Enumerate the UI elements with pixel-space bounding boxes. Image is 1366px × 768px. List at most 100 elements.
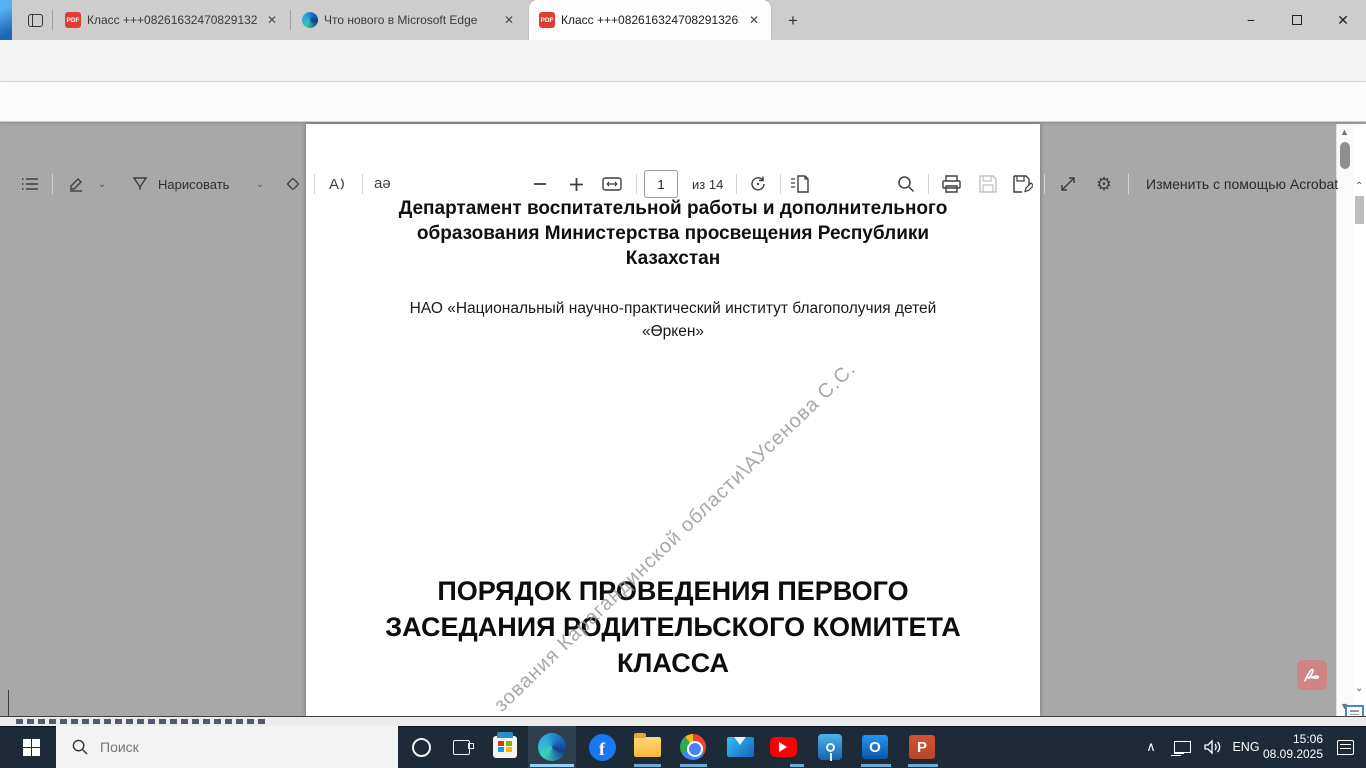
draw-tool-icon[interactable] — [128, 174, 152, 194]
tab-divider — [290, 10, 291, 30]
task-view-button[interactable] — [438, 726, 484, 768]
tab-actions-icon — [28, 14, 43, 27]
clock[interactable]: 15:06 08.09.2025 — [1262, 726, 1324, 768]
close-button[interactable]: ✕ — [1320, 0, 1366, 40]
edit-with-acrobat-button[interactable]: Изменить с помощью Acrobat — [1146, 176, 1338, 192]
maximize-button[interactable] — [1274, 0, 1320, 40]
screen: PDF Класс +++08261632470829132632 ✕ Что … — [0, 0, 1366, 768]
taskbar-app-outlook[interactable]: O — [851, 726, 899, 768]
pdf-scrollbar-thumb[interactable] — [1340, 142, 1350, 169]
facebook-icon: f — [589, 734, 616, 761]
outer-scroll-down-icon[interactable]: ⌄ — [1355, 684, 1363, 693]
page-view-button[interactable] — [788, 174, 812, 194]
table-of-contents-button[interactable] — [18, 174, 42, 194]
address-bar: i Файл C:/Users/Владелец/Downloads/Класс… — [0, 40, 1366, 82]
document-subheading: НАО «Национальный научно-практический ин… — [393, 297, 953, 343]
toolbar-divider — [1044, 174, 1045, 194]
highlight-options-chevron-icon[interactable]: ⌄ — [90, 174, 114, 194]
pdf-scrollbar[interactable] — [1336, 124, 1353, 716]
search-input[interactable] — [100, 739, 350, 755]
chrome-icon — [680, 734, 706, 760]
rotate-button[interactable] — [746, 174, 770, 194]
file-explorer-icon — [634, 737, 661, 757]
draw-options-chevron-icon[interactable]: ⌄ — [248, 174, 272, 194]
toolbar-divider — [780, 174, 781, 194]
language-indicator[interactable]: ENG — [1228, 726, 1264, 768]
tab-actions-menu-button[interactable] — [22, 8, 48, 32]
print-button[interactable] — [939, 174, 963, 194]
toolbar-divider — [1128, 174, 1129, 194]
draw-button[interactable]: Нарисовать — [158, 177, 229, 192]
read-aloud-button[interactable]: A — [326, 174, 350, 194]
edge-icon — [302, 12, 318, 28]
tab-title: Что нового в Microsoft Edge — [324, 13, 494, 27]
taskbar-app-mail[interactable] — [716, 726, 764, 768]
background-window-sliver — [0, 0, 12, 42]
pdf-file-icon: PDF — [65, 12, 81, 28]
taskbar-app-facebook[interactable]: f — [578, 726, 626, 768]
action-center-icon — [1337, 740, 1354, 755]
read-aloud-icon: A — [329, 176, 339, 193]
acrobat-logo-icon — [1302, 666, 1322, 684]
window-controls: − ✕ — [1228, 0, 1366, 40]
taskbar-app-powerpoint[interactable]: P — [898, 726, 946, 768]
toolbar-divider — [52, 174, 53, 194]
taskbar-app-store[interactable] — [481, 726, 529, 768]
translate-icon[interactable]: aә — [374, 175, 391, 192]
taskbar-app-youtube[interactable] — [759, 726, 807, 768]
toolbar-divider — [736, 174, 737, 194]
running-indicator-powerpoint — [908, 764, 938, 767]
tray-time: 15:06 — [1263, 732, 1323, 747]
zoom-out-button[interactable] — [528, 174, 552, 194]
key-app-icon — [818, 734, 842, 760]
tab-title: Класс +++08261632470829132632 — [561, 13, 739, 27]
scroll-up-icon[interactable]: ▲ — [1340, 128, 1349, 137]
save-as-button[interactable] — [1011, 174, 1035, 194]
fit-to-width-button[interactable] — [600, 174, 624, 194]
taskbar-app-key[interactable] — [806, 726, 854, 768]
acrobat-floating-button[interactable] — [1297, 660, 1327, 690]
minimize-button[interactable]: − — [1228, 0, 1274, 40]
taskbar-app-explorer[interactable] — [623, 726, 671, 768]
pdf-page[interactable]: Департамент воспитательной работы и допо… — [306, 124, 1040, 716]
tab-pdf-1[interactable]: PDF Класс +++08261632470829132632 ✕ — [55, 0, 289, 40]
search-icon — [72, 739, 88, 755]
pdf-settings-button[interactable]: ⚙ — [1092, 174, 1116, 194]
tab-edge-whatsnew[interactable]: Что нового в Microsoft Edge ✕ — [292, 0, 526, 40]
erase-button[interactable] — [282, 174, 306, 194]
network-icon[interactable] — [1166, 726, 1198, 768]
save-button-disabled — [976, 174, 1000, 194]
toolbar-divider — [314, 174, 315, 194]
tab-divider — [52, 10, 53, 30]
background-window-edge — [8, 690, 9, 716]
outer-scrollbar-thumb[interactable] — [1355, 196, 1364, 224]
microsoft-store-icon — [493, 736, 517, 758]
document-heading: Департамент воспитательной работы и допо… — [373, 196, 973, 271]
start-button[interactable] — [8, 726, 54, 768]
search-document-button[interactable] — [894, 174, 918, 194]
taskbar-search[interactable] — [56, 726, 398, 768]
new-tab-button[interactable]: + — [780, 8, 806, 34]
toolbar-divider — [362, 174, 363, 194]
tab-close-icon[interactable]: ✕ — [263, 11, 281, 29]
fullscreen-button[interactable] — [1056, 174, 1080, 194]
mail-icon — [727, 737, 754, 757]
tab-pdf-2-active[interactable]: PDF Класс +++08261632470829132632 ✕ — [529, 0, 771, 40]
taskbar-app-chrome[interactable] — [669, 726, 717, 768]
zoom-in-button[interactable] — [564, 174, 588, 194]
taskbar-app-edge[interactable] — [528, 726, 576, 768]
speaker-icon — [1204, 739, 1223, 755]
page-number-input[interactable] — [644, 170, 678, 198]
running-indicator-edge — [530, 764, 574, 767]
pdf-toolbar: ⌄ Нарисовать ⌄ A aә из 14 — [0, 82, 1366, 122]
highlight-button[interactable] — [64, 174, 88, 194]
task-view-icon — [453, 740, 470, 755]
youtube-icon — [770, 737, 797, 757]
outer-scroll-up-icon[interactable]: ⌃ — [1355, 182, 1363, 191]
tab-close-icon[interactable]: ✕ — [500, 11, 518, 29]
volume-icon[interactable] — [1196, 726, 1230, 768]
action-center-button[interactable] — [1326, 726, 1364, 768]
hidden-icons-button[interactable]: ∧ — [1136, 726, 1166, 768]
tab-close-icon[interactable]: ✕ — [745, 11, 763, 29]
document-title: ПОРЯДОК ПРОВЕДЕНИЯ ПЕРВОГО ЗАСЕДАНИЯ РОД… — [373, 573, 973, 681]
